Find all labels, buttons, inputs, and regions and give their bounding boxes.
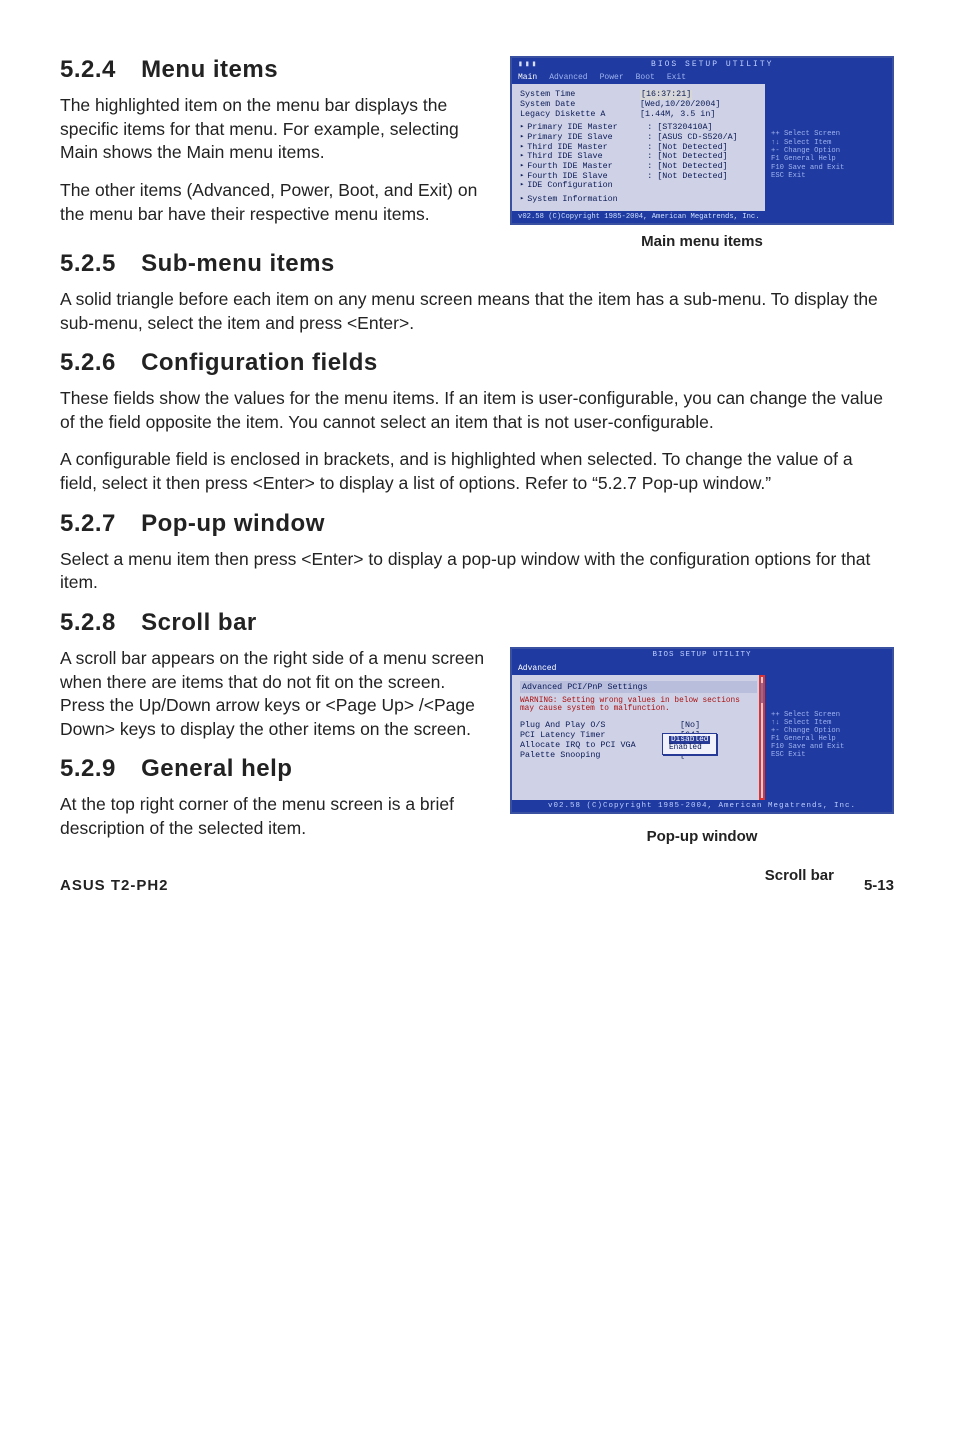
footer-model: ASUS T2-PH2 [60,877,169,894]
page-footer: ASUS T2-PH2 5-13 [60,877,894,894]
bios-sub-key: IDE Configuration [527,181,647,191]
bios2-popup-opt: Disabled [669,736,710,744]
bios-help-line: ↑↓ Select Item [771,719,886,727]
bios-tab: Advanced [549,73,587,82]
bios-help-line: ++ Select Screen [771,130,886,138]
bios-help-line: F10 Save and Exit [771,743,886,751]
bios-help-line: F1 General Help [771,155,886,163]
bios-help-line: F1 General Help [771,735,886,743]
bios2-key: Plug And Play O/S [520,720,680,730]
bios2-help-pane: ++ Select Screen ↑↓ Select Item +- Chang… [765,675,892,800]
bios2-warning: WARNING: Setting wrong values in below s… [520,697,757,714]
bios2-key: Palette Snooping [520,750,680,760]
heading-title: Sub-menu items [141,250,335,277]
bios-tab: Boot [636,73,655,82]
bios-help-pane: ++ Select Screen ↑↓ Select Item +- Chang… [765,84,892,210]
para: The highlighted item on the menu bar dis… [60,94,490,165]
heading-title: Scroll bar [141,609,257,636]
para: A configurable field is enclosed in brac… [60,448,894,495]
bios2-main-pane: Advanced PCI/PnP Settings WARNING: Setti… [512,675,765,800]
bios-help-line: ↑↓ Select Item [771,139,886,147]
para: These fields show the values for the men… [60,387,894,434]
heading-528: 5.2.8 Scroll bar [60,609,894,637]
para: At the top right corner of the menu scre… [60,793,490,840]
bios2-popup-opt: Enabled [669,744,710,752]
bios-tab: Main [518,73,537,82]
heading-num: 5.2.7 [60,510,116,537]
heading-num: 5.2.5 [60,250,116,277]
heading-526: 5.2.6 Configuration fields [60,349,894,377]
bios-screenshot-main: ▮▮▮ BIOS SETUP UTILITY Main Advanced Pow… [510,56,894,225]
bios-sysinfo: System Information [527,195,647,205]
bios-help-line: +- Change Option [771,727,886,735]
bios-main-pane: System Time[16:37:21] System Date[Wed,10… [512,84,765,210]
bios-field-val: [1.44M, 3.5 in] [640,110,715,120]
heading-527: 5.2.7 Pop-up window [60,510,894,538]
bios-screenshot-advanced: BIOS SETUP UTILITY Advanced Advanced PCI… [510,647,894,814]
bios-logo: ▮▮▮ [518,60,538,69]
bios2-key: Allocate IRQ to PCI VGA [520,740,680,750]
bios2-key: PCI Latency Timer [520,730,680,740]
heading-title: Pop-up window [141,510,325,537]
bios-help-line: ESC Exit [771,751,886,759]
bios-title: BIOS SETUP UTILITY [538,60,886,69]
heading-title: Menu items [141,56,278,83]
heading-title: Configuration fields [141,349,378,376]
bios-statusbar: v02.58 (C)Copyright 1985-2004, American … [512,211,892,223]
bios-help-line: ++ Select Screen [771,711,886,719]
heading-num: 5.2.9 [60,755,116,782]
bios-tab: Power [600,73,624,82]
heading-num: 5.2.6 [60,349,116,376]
para: The other items (Advanced, Power, Boot, … [60,179,490,226]
bios2-statusbar: v02.58 (C)Copyright 1985-2004, American … [512,800,892,812]
para: Select a menu item then press <Enter> to… [60,548,894,595]
bios-help-line: +- Change Option [771,147,886,155]
footer-page: 5-13 [864,877,894,894]
bios-caption: Main menu items [510,233,894,250]
bios2-heading: Advanced PCI/PnP Settings [520,681,757,693]
heading-524: 5.2.4 Menu items [60,56,490,84]
bios-sub-val: : [Not Detected] [647,172,727,182]
bios2-title: BIOS SETUP UTILITY [512,649,892,661]
bios2-tab: Advanced [518,664,556,673]
bios-field-key: Legacy Diskette A [520,110,640,120]
bios-help-line: F10 Save and Exit [771,164,886,172]
bios2-popup: Disabled Enabled [662,733,717,755]
heading-529: 5.2.9 General help [60,755,490,783]
scrollbar-highlight [759,675,765,800]
para: A solid triangle before each item on any… [60,288,894,335]
heading-title: General help [141,755,292,782]
bios-tabs: Main Advanced Power Boot Exit [512,71,892,84]
bios-tab: Exit [667,73,686,82]
caption-popup: Pop-up window [510,828,894,845]
bios2-val: [No] [680,720,700,730]
bios-help-line: ESC Exit [771,172,886,180]
heading-525: 5.2.5 Sub-menu items [60,250,894,278]
para: A scroll bar appears on the right side o… [60,647,490,742]
heading-num: 5.2.8 [60,609,116,636]
heading-num: 5.2.4 [60,56,116,83]
